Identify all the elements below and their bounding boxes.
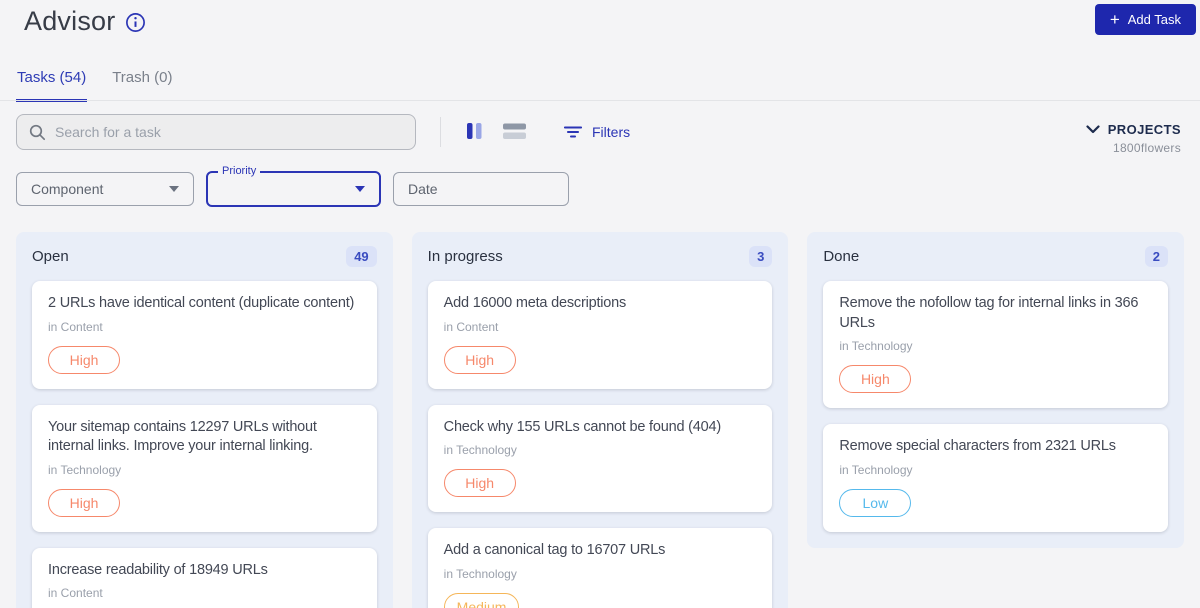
column-count-badge: 49 <box>346 246 377 267</box>
plus-icon: + <box>1109 10 1120 29</box>
add-task-button[interactable]: + Add Task <box>1094 4 1196 35</box>
task-title: Remove special characters from 2321 URLs <box>839 438 1116 455</box>
task-card[interactable]: Increase readability of 18949 URLs in Co… <box>32 547 377 608</box>
priority-filter-select[interactable]: Priority <box>206 165 381 207</box>
task-card[interactable]: Remove the nofollow tag for internal lin… <box>823 281 1169 409</box>
filter-icon <box>564 125 582 139</box>
task-title: 2 URLs have identical content (duplicate… <box>48 295 355 311</box>
column-cards: Add 16000 meta descriptions in Content H… <box>427 281 773 608</box>
task-title: Increase readability of 18949 URLs <box>48 561 268 578</box>
task-component: in Content <box>48 319 103 334</box>
add-task-label: Add Task <box>1127 12 1181 27</box>
filters-button[interactable]: Filters <box>564 124 630 140</box>
column-title: In progress <box>427 248 503 265</box>
priority-badge: High <box>839 365 912 394</box>
list-view-icon <box>503 122 526 143</box>
kanban-column: Done 2 Remove the nofollow tag for inter… <box>807 232 1185 548</box>
priority-filter-label: Priority <box>218 165 261 177</box>
filters-label: Filters <box>592 124 631 140</box>
task-title: Remove the nofollow tag for internal lin… <box>839 295 1139 331</box>
task-title: Your sitemap contains 12297 URLs without… <box>48 418 317 455</box>
column-count-badge: 3 <box>749 246 773 267</box>
column-header: Open 49 <box>32 240 377 281</box>
priority-badge: High <box>48 488 120 517</box>
kanban-board: Open 49 2 URLs have identical content (d… <box>16 232 1185 608</box>
task-title: Check why 155 URLs cannot be found (404) <box>443 418 722 435</box>
priority-badge: Medium <box>443 592 520 608</box>
date-filter-input[interactable]: Date <box>393 172 569 206</box>
task-component: in Content <box>443 319 499 334</box>
app-header: Advisor <box>24 6 146 37</box>
task-card[interactable]: Your sitemap contains 12297 URLs without… <box>32 404 377 532</box>
kanban-view-button[interactable] <box>465 120 484 145</box>
task-component: in Technology <box>443 566 517 581</box>
kanban-column: Open 49 2 URLs have identical content (d… <box>16 232 393 608</box>
view-toggles <box>465 120 528 145</box>
tab-trash[interactable]: Trash (0) <box>111 63 173 102</box>
kanban-view-icon <box>467 122 482 143</box>
toolbar: Filters <box>16 114 1184 150</box>
toolbar-divider <box>440 117 441 147</box>
task-card[interactable]: Remove special characters from 2321 URLs… <box>823 424 1169 532</box>
priority-badge: Low <box>839 488 912 517</box>
column-header: Done 2 <box>823 240 1169 281</box>
task-component: in Technology <box>48 462 122 477</box>
date-filter-label: Date <box>408 181 438 197</box>
search-icon <box>29 124 46 141</box>
project-name: 1800flowers <box>1112 141 1181 155</box>
priority-badge: High <box>443 345 516 374</box>
column-cards: Remove the nofollow tag for internal lin… <box>823 281 1169 532</box>
task-title: Add a canonical tag to 16707 URLs <box>443 542 666 559</box>
task-title: Add 16000 meta descriptions <box>443 295 627 311</box>
task-card[interactable]: 2 URLs have identical content (duplicate… <box>32 281 377 389</box>
column-header: In progress 3 <box>428 240 773 281</box>
task-component: in Technology <box>839 462 913 477</box>
list-view-button[interactable] <box>501 120 528 145</box>
advisor-page: Advisor + Add Task Tasks (54) Trash (0) <box>0 0 1200 608</box>
page-title: Advisor <box>24 6 116 36</box>
search-box[interactable] <box>16 114 416 150</box>
kanban-column: In progress 3 Add 16000 meta description… <box>411 232 789 608</box>
priority-badge: High <box>443 469 516 498</box>
task-component: in Content <box>48 586 103 601</box>
component-filter-select[interactable]: Component <box>16 172 194 206</box>
column-title: Open <box>32 248 69 265</box>
task-component: in Technology <box>443 443 517 458</box>
projects-label: PROJECTS <box>1107 122 1181 137</box>
task-card[interactable]: Add 16000 meta descriptions in Content H… <box>427 281 773 389</box>
priority-badge: High <box>48 345 120 374</box>
search-input[interactable] <box>55 124 403 140</box>
caret-down-icon <box>355 186 365 192</box>
tab-tasks[interactable]: Tasks (54) <box>16 63 88 102</box>
column-title: Done <box>823 248 860 265</box>
task-card[interactable]: Check why 155 URLs cannot be found (404)… <box>427 404 773 513</box>
task-card[interactable]: Add a canonical tag to 16707 URLs in Tec… <box>427 528 773 608</box>
component-filter-label: Component <box>31 181 104 197</box>
column-cards: 2 URLs have identical content (duplicate… <box>32 281 377 608</box>
task-component: in Technology <box>839 339 913 354</box>
filter-row: Component Priority Date <box>16 165 569 207</box>
info-icon[interactable] <box>125 12 146 33</box>
tab-bar: Tasks (54) Trash (0) <box>16 63 173 102</box>
chevron-down-icon <box>1086 125 1100 134</box>
header-divider <box>0 100 1200 101</box>
caret-down-icon <box>169 186 179 192</box>
projects-selector[interactable]: PROJECTS 1800flowers <box>1086 122 1181 155</box>
column-count-badge: 2 <box>1144 246 1169 267</box>
